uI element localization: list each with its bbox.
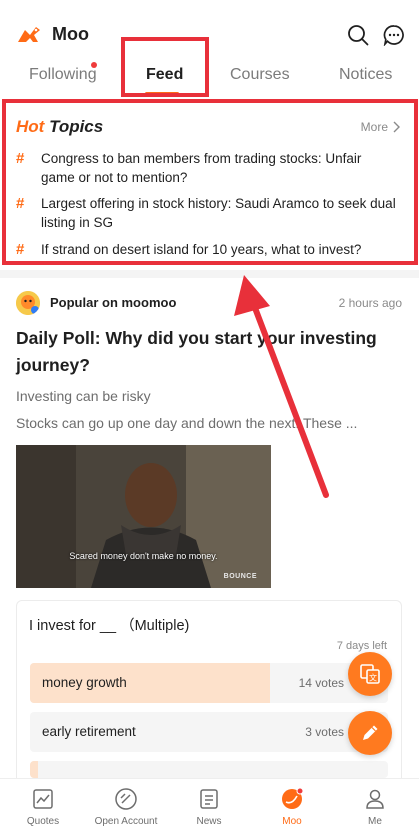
notification-dot xyxy=(91,62,97,68)
annotation-arrow-icon xyxy=(234,275,329,498)
poll-option-fill xyxy=(30,761,38,778)
chart-icon xyxy=(33,789,53,809)
mascot-icon xyxy=(16,291,40,315)
compose-button[interactable] xyxy=(348,711,392,755)
nav-quotes[interactable]: Quotes xyxy=(1,779,85,840)
tab-following[interactable]: Following xyxy=(29,66,97,84)
news-icon xyxy=(200,789,218,809)
poll-option-label: money growth xyxy=(42,675,127,690)
translate-icon: 文 xyxy=(360,664,380,684)
nav-label: Moo xyxy=(282,816,302,827)
tab-courses[interactable]: Courses xyxy=(230,66,290,84)
nav-label: Open Account xyxy=(94,816,158,827)
poll-option-label: early retirement xyxy=(42,724,136,739)
open-account-icon xyxy=(115,788,137,810)
app-title: Moo xyxy=(52,24,89,44)
user-icon xyxy=(366,789,384,809)
moo-logo-icon xyxy=(18,27,40,42)
post-timestamp: 2 hours ago xyxy=(338,296,402,310)
nav-news[interactable]: News xyxy=(167,779,251,840)
section-divider xyxy=(0,270,419,278)
nav-me[interactable]: Me xyxy=(333,779,417,840)
moo-icon xyxy=(282,787,304,809)
top-bar: Moo xyxy=(0,0,419,56)
poll-time-left: 7 days left xyxy=(336,640,387,652)
image-watermark: BOUNCE xyxy=(223,573,257,580)
nav-open-account[interactable]: Open Account xyxy=(84,779,168,840)
annotation-box-hot-topics xyxy=(2,99,418,265)
nav-moo[interactable]: Moo xyxy=(250,779,334,840)
chat-icon[interactable] xyxy=(383,24,405,46)
post-author[interactable]: Popular on moomoo xyxy=(50,295,176,310)
tab-notices[interactable]: Notices xyxy=(339,66,392,84)
image-caption: Scared money don't make no money. xyxy=(69,551,218,561)
pencil-icon xyxy=(363,725,378,740)
bottom-nav: Quotes Open Account News Moo Me xyxy=(0,778,419,840)
poll-option[interactable]: money growth 14 votes xyxy=(30,663,388,703)
feed-tabs: Following Feed Courses Notices xyxy=(0,58,419,94)
search-icon[interactable] xyxy=(347,24,369,46)
poll-option[interactable] xyxy=(30,761,388,778)
nav-label: Me xyxy=(368,816,382,827)
nav-label: News xyxy=(196,816,222,827)
annotation-box-feed xyxy=(121,37,209,97)
poll-option[interactable]: early retirement 3 votes xyxy=(30,712,388,752)
svg-text:文: 文 xyxy=(369,673,377,683)
post-subtitle: Investing can be risky xyxy=(16,388,151,404)
nav-label: Quotes xyxy=(26,816,60,827)
poll-question: I invest for __ （Multiple) xyxy=(29,618,190,634)
avatar[interactable] xyxy=(16,291,40,315)
poll-option-votes: 3 votes xyxy=(305,725,344,739)
translate-button[interactable]: 文 xyxy=(348,652,392,696)
poll-option-votes: 14 votes xyxy=(298,676,344,690)
